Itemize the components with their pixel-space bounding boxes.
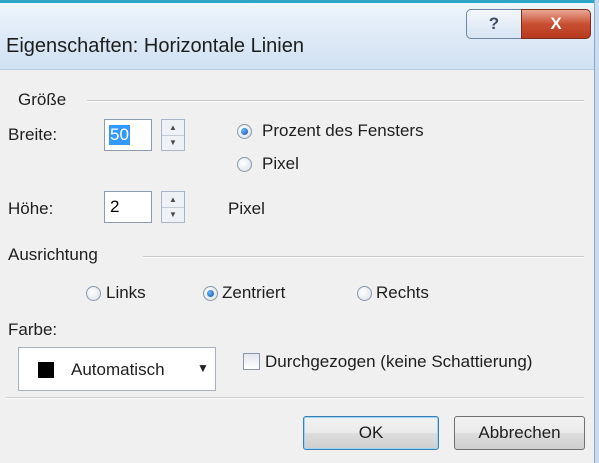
alignment-group-divider	[143, 256, 584, 258]
radio-align-right[interactable]	[357, 286, 372, 301]
height-unit-label: Pixel	[228, 199, 265, 218]
window-title: Eigenschaften: Horizontale Linien	[6, 35, 304, 57]
close-icon: X	[550, 14, 562, 33]
radio-align-center[interactable]	[203, 286, 218, 301]
color-label: Farbe:	[8, 320, 58, 339]
radio-align-left-label[interactable]: Links	[106, 283, 146, 303]
radio-pixel-label[interactable]: Pixel	[262, 154, 299, 174]
size-group-heading: Größe	[18, 90, 67, 109]
radio-align-right-label[interactable]: Rechts	[376, 283, 429, 303]
width-increment-button[interactable]: ▲	[162, 120, 184, 136]
height-input-value: 2	[110, 197, 120, 216]
horizontal-line-properties-dialog: Eigenschaften: Horizontale Linien ? X Gr…	[0, 0, 594, 463]
height-spinner[interactable]: ▲ ▼	[161, 191, 185, 223]
alignment-group-heading: Ausrichtung	[8, 245, 98, 264]
width-spinner[interactable]: ▲ ▼	[161, 119, 185, 151]
width-input[interactable]: 50	[104, 119, 152, 151]
chevron-up-icon: ▲	[169, 195, 177, 204]
solid-line-checkbox[interactable]	[243, 353, 260, 370]
radio-pixel[interactable]	[237, 157, 252, 172]
button-separator	[6, 397, 584, 399]
chevron-down-icon: ▼	[169, 210, 177, 219]
radio-percent-of-window-label[interactable]: Prozent des Fensters	[262, 121, 424, 141]
window-right-border	[594, 0, 599, 463]
radio-percent-of-window[interactable]	[237, 124, 252, 139]
chevron-up-icon: ▲	[169, 123, 177, 132]
color-dropdown-value: Automatisch	[71, 360, 165, 379]
chevron-down-icon: ▼	[197, 361, 209, 375]
radio-align-center-label[interactable]: Zentriert	[222, 283, 285, 303]
width-input-value: 50	[109, 125, 130, 145]
help-icon: ?	[488, 14, 500, 33]
close-button[interactable]: X	[521, 9, 591, 39]
help-button[interactable]: ?	[466, 9, 522, 39]
height-input[interactable]: 2	[104, 191, 152, 223]
size-group-divider	[87, 100, 584, 102]
height-decrement-button[interactable]: ▼	[162, 207, 184, 222]
title-bar[interactable]: Eigenschaften: Horizontale Linien ? X	[0, 0, 594, 70]
width-label: Breite:	[8, 125, 58, 144]
height-increment-button[interactable]: ▲	[162, 192, 184, 208]
cancel-button[interactable]: Abbrechen	[454, 416, 585, 450]
color-dropdown[interactable]: Automatisch ▼	[18, 347, 216, 391]
chevron-down-icon: ▼	[169, 138, 177, 147]
height-label: Höhe:	[8, 199, 54, 218]
color-swatch	[38, 362, 54, 378]
solid-line-checkbox-label[interactable]: Durchgezogen (keine Schattierung)	[265, 352, 532, 372]
radio-align-left[interactable]	[86, 286, 101, 301]
width-decrement-button[interactable]: ▼	[162, 135, 184, 150]
ok-button[interactable]: OK	[303, 416, 439, 450]
screen: Eigenschaften: Horizontale Linien ? X Gr…	[0, 0, 599, 463]
